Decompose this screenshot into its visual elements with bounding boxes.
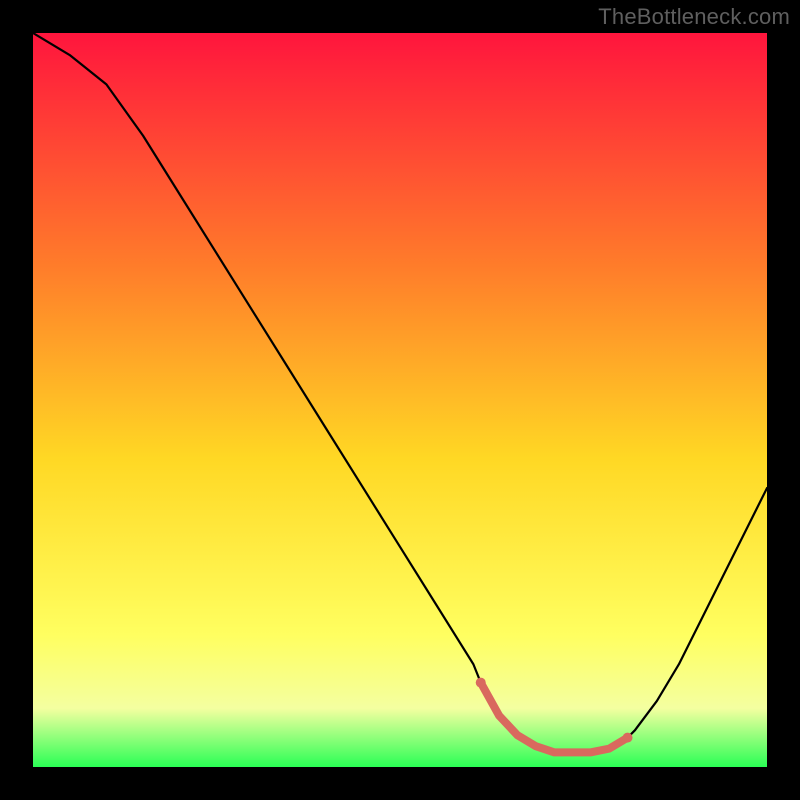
watermark-text: TheBottleneck.com	[598, 4, 790, 30]
gradient-background	[33, 33, 767, 767]
chart-container: TheBottleneck.com	[0, 0, 800, 800]
chart-svg	[33, 33, 767, 767]
band-endpoint-dot	[476, 678, 486, 688]
bottleneck-chart	[33, 33, 767, 767]
band-endpoint-dot	[623, 733, 633, 743]
